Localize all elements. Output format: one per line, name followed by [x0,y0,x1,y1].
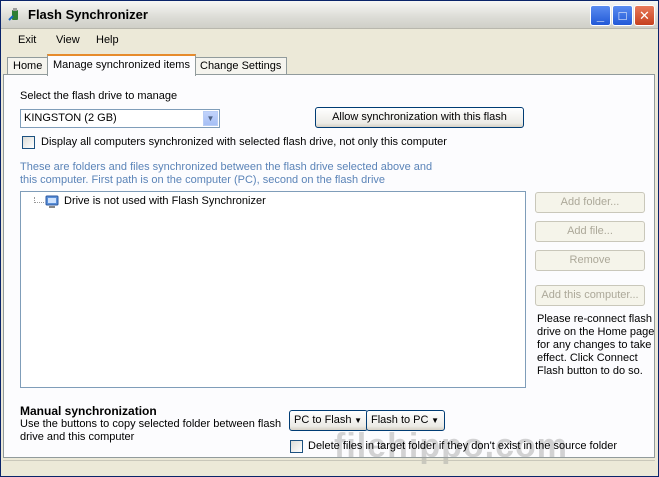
menu-view[interactable]: View [56,34,80,46]
minimize-button[interactable]: _ [590,5,611,26]
remove-button[interactable]: Remove [535,250,645,271]
synchronized-items-tree[interactable]: Drive is not used with Flash Synchronize… [20,191,526,388]
manage-tab-panel: Select the flash drive to manage KINGSTO… [3,74,655,465]
delete-files-checkbox[interactable] [290,440,303,453]
status-bar [3,460,655,474]
menu-help[interactable]: Help [96,34,119,46]
allow-synchronization-button[interactable]: Allow synchronization with this flash [315,107,524,128]
flash-drive-selected-value: KINGSTON (2 GB) [24,112,117,124]
menu-exit[interactable]: Exit [18,34,36,46]
tree-connector [34,197,44,203]
manual-sync-description: Use the buttons to copy selected folder … [20,418,282,443]
maximize-button[interactable]: □ [612,5,633,26]
tab-strip: Home Manage synchronized items Change Se… [1,53,658,76]
pc-to-flash-label: PC to Flash [294,414,352,426]
tab-home[interactable]: Home [7,57,49,75]
reconnect-note: Please re-connect flash drive on the Hom… [537,313,655,377]
close-button[interactable]: ✕ [634,5,655,26]
app-flash-icon [8,8,18,21]
add-file-button[interactable]: Add file... [535,221,645,242]
menu-bar: Exit View Help [1,30,658,50]
add-this-computer-button[interactable]: Add this computer... [535,285,645,306]
display-all-computers-checkbox[interactable] [22,136,35,149]
add-folder-button[interactable]: Add folder... [535,192,645,213]
computer-icon [45,195,59,208]
title-bar: Flash Synchronizer _ □ ✕ [1,1,658,29]
select-drive-label: Select the flash drive to manage [20,90,178,102]
sync-info-text: These are folders and files synchronized… [20,161,433,186]
delete-files-label: Delete files in target folder if they do… [308,440,618,452]
chevron-down-icon[interactable]: ▼ [203,111,218,126]
window-title: Flash Synchronizer [28,7,148,22]
flash-drive-select[interactable]: KINGSTON (2 GB) ▼ [20,109,220,128]
tab-change-settings[interactable]: Change Settings [194,57,288,75]
flash-to-pc-label: Flash to PC [371,414,429,426]
display-all-computers-label: Display all computers synchronized with … [41,136,447,148]
manual-sync-title: Manual synchronization [20,404,157,418]
tab-manage-synchronized-items[interactable]: Manage synchronized items [47,54,196,76]
app-window: Flash Synchronizer _ □ ✕ Exit View Help … [0,0,659,477]
tree-item-status[interactable]: Drive is not used with Flash Synchronize… [64,195,266,207]
